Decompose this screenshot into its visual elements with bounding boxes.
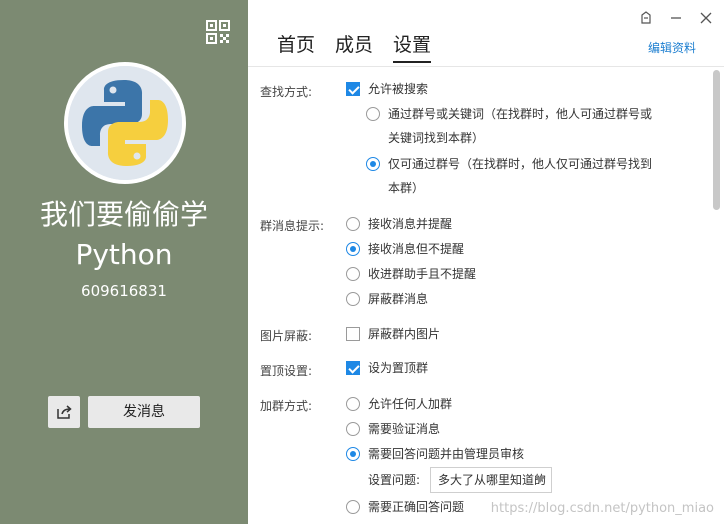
scrollbar[interactable] — [713, 70, 720, 210]
pin-label: 置顶设置: — [260, 364, 313, 378]
search-mode-label: 查找方式: — [260, 85, 313, 99]
join-radio-3[interactable] — [346, 447, 360, 461]
search-option1-line2: 关键词找到本群） — [388, 131, 485, 145]
notify-text-3: 收进群助手且不提醒 — [368, 267, 477, 281]
search-by-id-or-keyword-option[interactable]: 通过群号或关键词（在找群时，他人可通过群号或 关键词找到本群） — [366, 102, 652, 150]
search-by-id-or-keyword-radio[interactable] — [366, 107, 380, 121]
tab-members[interactable]: 成员 — [335, 30, 373, 63]
close-icon[interactable] — [698, 10, 714, 26]
share-icon — [57, 405, 72, 419]
join-option-3[interactable]: 需要回答问题并由管理员审核 — [346, 442, 524, 466]
header-divider — [248, 66, 724, 67]
notify-radio-2[interactable] — [346, 242, 360, 256]
qr-code-icon[interactable] — [206, 20, 230, 44]
question-value: 多大了从哪里知道的 — [438, 473, 547, 487]
allow-search-text: 允许被搜索 — [368, 82, 429, 96]
tab-home[interactable]: 首页 — [277, 30, 315, 63]
notify-text-1: 接收消息并提醒 — [368, 217, 453, 231]
join-text-4: 需要正确回答问题 — [368, 500, 465, 514]
group-id: 609616831 — [81, 282, 167, 300]
group-name-line1: 我们要偷偷学 — [39, 198, 208, 231]
block-images-text: 屏蔽群内图片 — [368, 327, 441, 341]
question-select[interactable]: 多大了从哪里知道的 — [430, 467, 552, 493]
skin-icon[interactable] — [638, 10, 654, 26]
notify-radio-4[interactable] — [346, 292, 360, 306]
notify-radio-1[interactable] — [346, 217, 360, 231]
notify-option-4[interactable]: 屏蔽群消息 — [346, 287, 428, 311]
group-profile-panel: 我们要偷偷学 Python 609616831 发消息 — [0, 0, 248, 524]
python-logo-image — [68, 66, 182, 180]
allow-search-option[interactable]: 允许被搜索 — [346, 77, 428, 101]
pin-group-checkbox[interactable] — [346, 361, 360, 375]
block-images-option[interactable]: 屏蔽群内图片 — [346, 322, 440, 346]
question-label: 设置问题: — [368, 473, 421, 487]
window-controls — [638, 10, 714, 26]
search-option1-line1: 通过群号或关键词（在找群时，他人可通过群号或 — [388, 107, 653, 121]
join-option-1[interactable]: 允许任何人加群 — [346, 392, 452, 416]
tab-settings[interactable]: 设置 — [393, 30, 432, 63]
send-message-button[interactable]: 发消息 — [88, 396, 200, 428]
join-radio-4[interactable] — [346, 500, 360, 514]
join-radio-2[interactable] — [346, 422, 360, 436]
group-avatar[interactable] — [64, 62, 186, 184]
search-by-id-only-radio[interactable] — [366, 157, 380, 171]
join-option-4[interactable]: 需要正确回答问题 — [346, 495, 464, 519]
block-images-checkbox[interactable] — [346, 327, 360, 341]
search-by-id-only-option[interactable]: 仅可通过群号（在找群时，他人仅可通过群号找到 本群） — [366, 152, 652, 200]
notify-text-4: 屏蔽群消息 — [368, 292, 429, 306]
notify-label: 群消息提示: — [260, 219, 325, 233]
search-option2-line2: 本群） — [388, 181, 425, 195]
image-block-label: 图片屏蔽: — [260, 329, 313, 343]
chevron-down-icon — [535, 477, 545, 483]
join-radio-1[interactable] — [346, 397, 360, 411]
notify-radio-3[interactable] — [346, 267, 360, 281]
tab-bar: 首页 成员 设置 — [277, 30, 432, 63]
notify-option-1[interactable]: 接收消息并提醒 — [346, 212, 452, 236]
notify-option-3[interactable]: 收进群助手且不提醒 — [346, 262, 476, 286]
join-mode-label: 加群方式: — [260, 399, 313, 413]
join-text-2: 需要验证消息 — [368, 422, 441, 436]
notify-text-2: 接收消息但不提醒 — [368, 242, 465, 256]
allow-search-checkbox[interactable] — [346, 82, 360, 96]
pin-group-option[interactable]: 设为置顶群 — [346, 356, 428, 380]
notify-option-2[interactable]: 接收消息但不提醒 — [346, 237, 464, 261]
minimize-icon[interactable] — [668, 10, 684, 26]
edit-profile-link[interactable]: 编辑资料 — [648, 39, 696, 56]
join-option-2[interactable]: 需要验证消息 — [346, 417, 440, 441]
settings-panel: 首页 成员 设置 编辑资料 查找方式: 允许被搜索 通过群号或关键词（在找群时，… — [248, 0, 724, 524]
group-name-line2: Python — [75, 238, 173, 271]
watermark-text: https://blog.csdn.net/python_miao — [490, 501, 714, 516]
search-option2-line1: 仅可通过群号（在找群时，他人仅可通过群号找到 — [388, 157, 653, 171]
pin-group-text: 设为置顶群 — [368, 361, 429, 375]
join-text-3: 需要回答问题并由管理员审核 — [368, 447, 525, 461]
share-button[interactable] — [48, 396, 80, 428]
join-text-1: 允许任何人加群 — [368, 397, 453, 411]
